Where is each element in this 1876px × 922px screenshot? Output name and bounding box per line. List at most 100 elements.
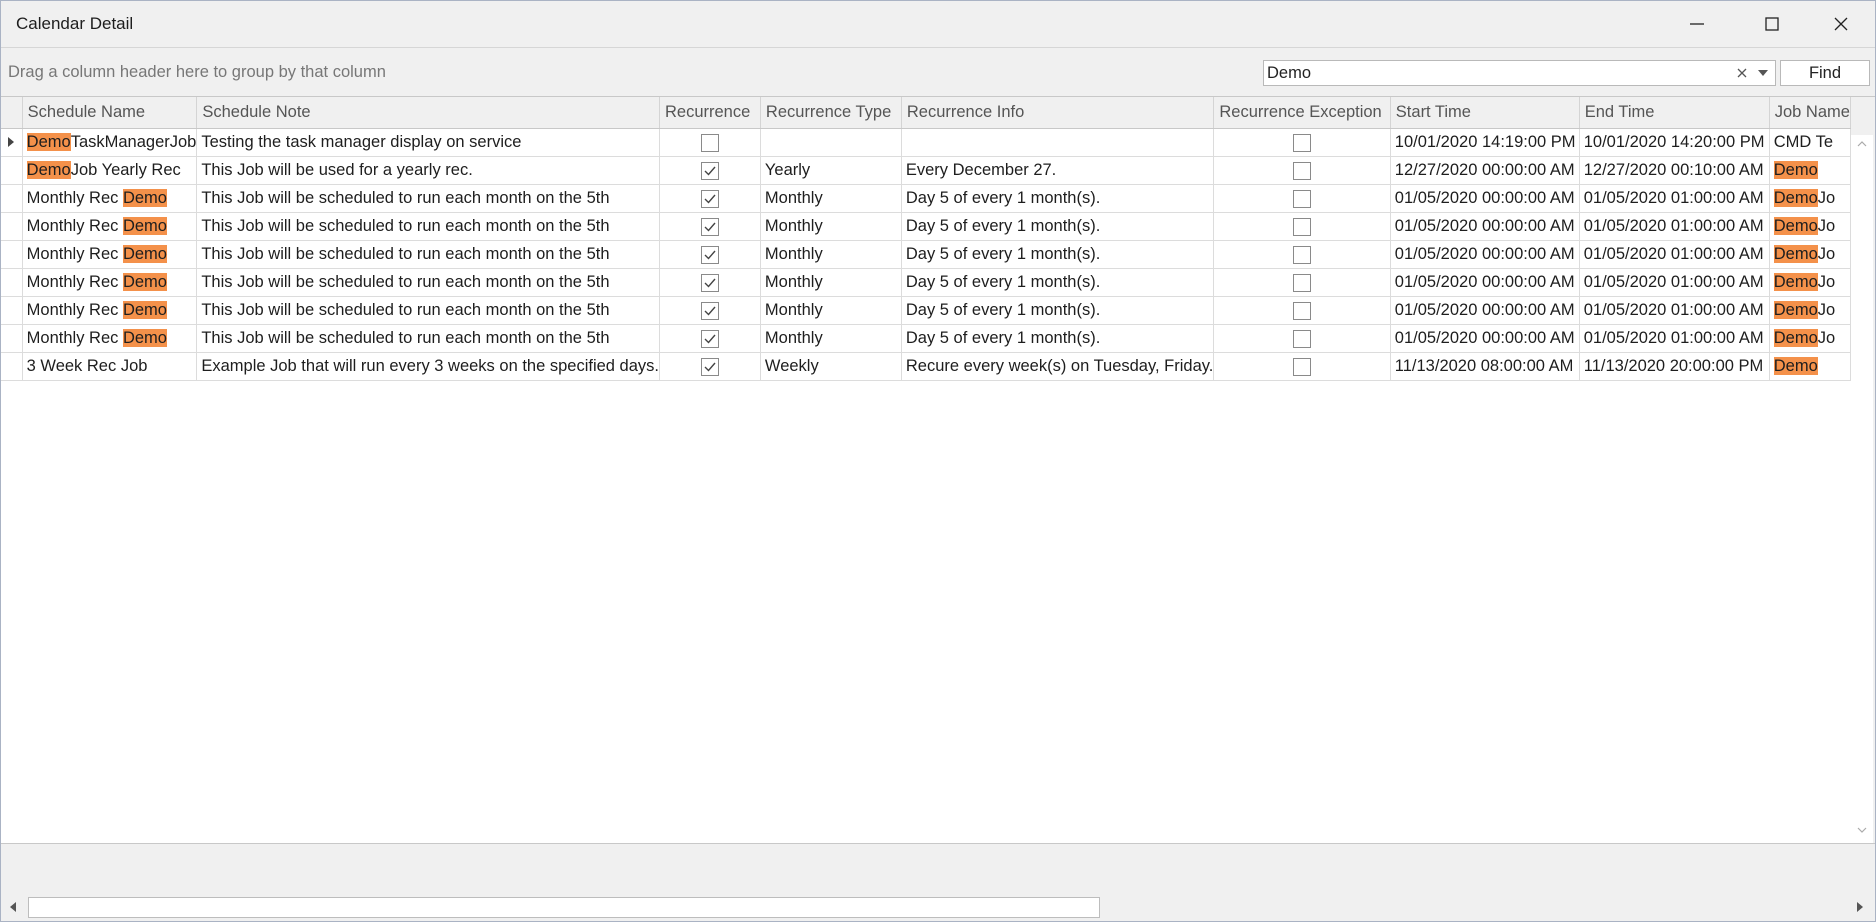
table-row[interactable]: Monthly Rec Demo This Job will be schedul…	[1, 268, 1851, 297]
cell-end-time[interactable]: 01/05/2020 01:00:00 AM	[1579, 240, 1770, 269]
cell-recurrence-info[interactable]: Day 5 of every 1 month(s).	[901, 240, 1215, 269]
cell-recurrence-exception[interactable]	[1213, 296, 1391, 325]
cell-job-name[interactable]: DemoJo	[1769, 296, 1851, 325]
cell-schedule-name[interactable]: DemoJob Yearly Rec	[22, 156, 198, 185]
recurrence-checkbox[interactable]	[700, 301, 719, 320]
column-header-recurrence[interactable]: Recurrence	[659, 97, 761, 129]
cell-recurrence-type[interactable]: Yearly	[760, 156, 902, 185]
row-indicator[interactable]	[1, 184, 23, 213]
group-panel[interactable]: Drag a column header here to group by th…	[1, 47, 1875, 97]
recurrence-exception-checkbox[interactable]	[1293, 273, 1312, 292]
cell-recurrence-exception[interactable]	[1213, 156, 1391, 185]
recurrence-checkbox[interactable]	[700, 273, 719, 292]
horizontal-scrollbar[interactable]	[1, 893, 1875, 921]
cell-recurrence-exception[interactable]	[1213, 324, 1391, 353]
close-button[interactable]	[1807, 1, 1875, 47]
cell-start-time[interactable]: 01/05/2020 00:00:00 AM	[1390, 268, 1580, 297]
table-row[interactable]: DemoJob Yearly Rec This Job will be used …	[1, 156, 1851, 185]
row-indicator[interactable]	[1, 212, 23, 241]
cell-recurrence[interactable]	[659, 296, 761, 325]
recurrence-checkbox[interactable]	[700, 245, 719, 264]
cell-recurrence-exception[interactable]	[1213, 352, 1391, 381]
scroll-left-icon[interactable]	[9, 902, 17, 912]
cell-recurrence[interactable]	[659, 128, 761, 157]
row-indicator[interactable]	[1, 296, 23, 325]
cell-job-name[interactable]: DemoJo	[1769, 240, 1851, 269]
recurrence-exception-checkbox[interactable]	[1293, 329, 1312, 348]
scroll-down-icon[interactable]	[1856, 825, 1868, 835]
cell-recurrence-type[interactable]: Monthly	[760, 296, 902, 325]
cell-recurrence-info[interactable]: Day 5 of every 1 month(s).	[901, 296, 1215, 325]
cell-end-time[interactable]: 01/05/2020 01:00:00 AM	[1579, 184, 1770, 213]
column-header-schedule-note[interactable]: Schedule Note	[196, 97, 660, 129]
recurrence-exception-checkbox[interactable]	[1293, 301, 1312, 320]
cell-recurrence-type[interactable]: Weekly	[760, 352, 902, 381]
table-row[interactable]: Monthly Rec Demo This Job will be schedul…	[1, 212, 1851, 241]
cell-start-time[interactable]: 10/01/2020 14:19:00 PM	[1390, 128, 1580, 157]
cell-recurrence-info[interactable]: Day 5 of every 1 month(s).	[901, 324, 1215, 353]
cell-recurrence-info[interactable]: Recure every week(s) on Tuesday, Friday.	[901, 352, 1215, 381]
recurrence-checkbox[interactable]	[700, 189, 719, 208]
cell-recurrence-exception[interactable]	[1213, 128, 1391, 157]
cell-start-time[interactable]: 01/05/2020 00:00:00 AM	[1390, 240, 1580, 269]
recurrence-checkbox[interactable]	[700, 357, 719, 376]
cell-start-time[interactable]: 01/05/2020 00:00:00 AM	[1390, 184, 1580, 213]
cell-schedule-name[interactable]: 3 Week Rec Job	[22, 352, 198, 381]
recurrence-exception-checkbox[interactable]	[1293, 357, 1312, 376]
column-header-schedule-name[interactable]: Schedule Name	[22, 97, 198, 129]
cell-job-name[interactable]: DemoJo	[1769, 268, 1851, 297]
row-indicator[interactable]	[1, 128, 23, 157]
cell-schedule-name[interactable]: Monthly Rec Demo	[22, 240, 198, 269]
recurrence-checkbox[interactable]	[700, 217, 719, 236]
cell-schedule-name[interactable]: Monthly Rec Demo	[22, 212, 198, 241]
cell-recurrence-type[interactable]: Monthly	[760, 184, 902, 213]
table-row[interactable]: Monthly Rec Demo This Job will be schedul…	[1, 296, 1851, 325]
cell-recurrence-exception[interactable]	[1213, 268, 1391, 297]
cell-recurrence[interactable]	[659, 240, 761, 269]
cell-end-time[interactable]: 01/05/2020 01:00:00 AM	[1579, 212, 1770, 241]
recurrence-checkbox[interactable]	[700, 329, 719, 348]
table-row[interactable]: DemoTaskManagerJob Testing the task manag…	[1, 128, 1851, 157]
column-header-recurrence-exception[interactable]: Recurrence Exception	[1213, 97, 1391, 129]
table-row[interactable]: Monthly Rec Demo This Job will be schedul…	[1, 324, 1851, 353]
cell-recurrence-type[interactable]: Monthly	[760, 324, 902, 353]
cell-end-time[interactable]: 01/05/2020 01:00:00 AM	[1579, 324, 1770, 353]
cell-schedule-note[interactable]: Testing the task manager display on serv…	[196, 128, 660, 157]
cell-recurrence-type[interactable]	[760, 128, 902, 157]
cell-recurrence-info[interactable]	[901, 128, 1215, 157]
table-row[interactable]: 3 Week Rec Job Example Job that will run …	[1, 352, 1851, 381]
cell-job-name[interactable]: Demo	[1769, 156, 1851, 185]
cell-schedule-note[interactable]: This Job will be scheduled to run each m…	[196, 240, 660, 269]
recurrence-checkbox[interactable]	[700, 161, 719, 180]
maximize-button[interactable]	[1738, 1, 1806, 47]
cell-end-time[interactable]: 10/01/2020 14:20:00 PM	[1579, 128, 1770, 157]
cell-schedule-note[interactable]: Example Job that will run every 3 weeks …	[196, 352, 660, 381]
cell-schedule-note[interactable]: This Job will be scheduled to run each m…	[196, 184, 660, 213]
cell-recurrence-info[interactable]: Every December 27.	[901, 156, 1215, 185]
find-input[interactable]: Demo	[1263, 60, 1776, 86]
cell-schedule-note[interactable]: This Job will be scheduled to run each m…	[196, 324, 660, 353]
cell-recurrence[interactable]	[659, 184, 761, 213]
cell-job-name[interactable]: DemoJo	[1769, 212, 1851, 241]
vertical-scrollbar[interactable]	[1851, 135, 1873, 843]
recurrence-exception-checkbox[interactable]	[1293, 245, 1312, 264]
column-header-end-time[interactable]: End Time	[1579, 97, 1770, 129]
cell-recurrence-info[interactable]: Day 5 of every 1 month(s).	[901, 184, 1215, 213]
cell-recurrence-exception[interactable]	[1213, 184, 1391, 213]
column-header-recurrence-info[interactable]: Recurrence Info	[901, 97, 1215, 129]
cell-start-time[interactable]: 12/27/2020 00:00:00 AM	[1390, 156, 1580, 185]
cell-schedule-note[interactable]: This Job will be scheduled to run each m…	[196, 212, 660, 241]
cell-start-time[interactable]: 01/05/2020 00:00:00 AM	[1390, 212, 1580, 241]
cell-recurrence[interactable]	[659, 324, 761, 353]
table-row[interactable]: Monthly Rec Demo This Job will be schedul…	[1, 240, 1851, 269]
cell-recurrence-info[interactable]: Day 5 of every 1 month(s).	[901, 212, 1215, 241]
cell-schedule-name[interactable]: Monthly Rec Demo	[22, 268, 198, 297]
cell-recurrence[interactable]	[659, 156, 761, 185]
cell-schedule-note[interactable]: This Job will be scheduled to run each m…	[196, 296, 660, 325]
table-row[interactable]: Monthly Rec Demo This Job will be schedul…	[1, 184, 1851, 213]
clear-find-button[interactable]	[1734, 63, 1750, 83]
cell-start-time[interactable]: 01/05/2020 00:00:00 AM	[1390, 324, 1580, 353]
row-indicator[interactable]	[1, 324, 23, 353]
recurrence-exception-checkbox[interactable]	[1293, 133, 1312, 152]
cell-start-time[interactable]: 11/13/2020 08:00:00 AM	[1390, 352, 1580, 381]
